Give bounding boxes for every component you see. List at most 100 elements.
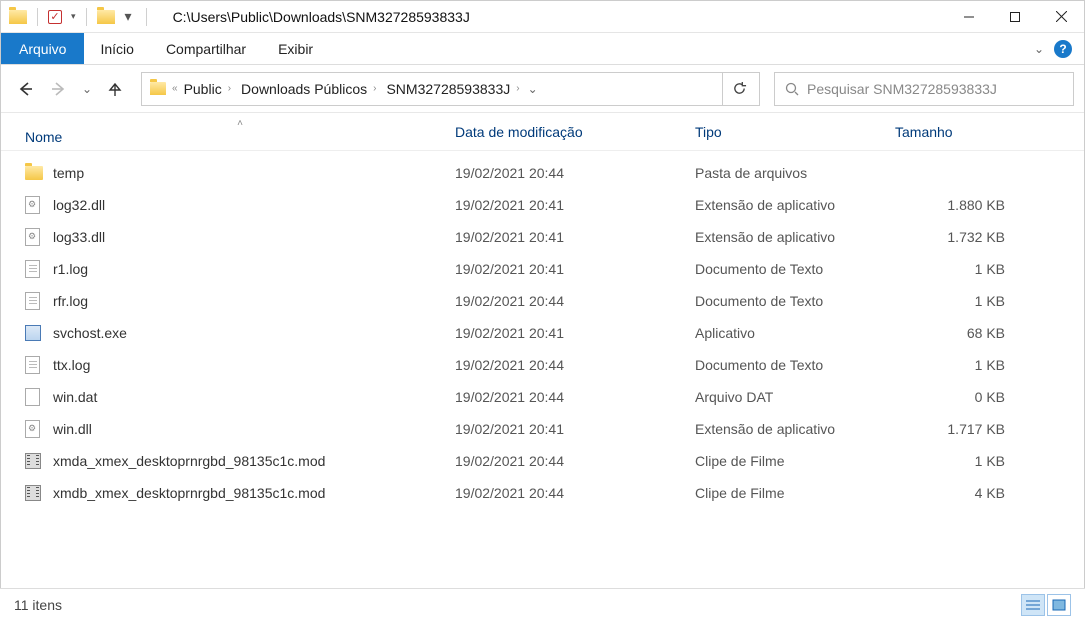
file-date: 19/02/2021 20:44 xyxy=(455,293,695,309)
file-type: Clipe de Filme xyxy=(695,485,895,501)
window-folder-icon xyxy=(9,10,27,24)
file-row[interactable]: log32.dll19/02/2021 20:41Extensão de apl… xyxy=(1,189,1084,221)
qat-dropdown-icon[interactable]: ▾ xyxy=(71,11,76,22)
file-row[interactable]: svchost.exe19/02/2021 20:41Aplicativo68 … xyxy=(1,317,1084,349)
file-name: xmdb_xmex_desktoprnrgbd_98135c1c.mod xyxy=(53,485,455,501)
nav-forward-button[interactable] xyxy=(45,75,73,103)
qat-overflow[interactable]: ▾ xyxy=(121,8,136,25)
address-dropdown-icon[interactable]: ⌄ xyxy=(528,82,538,96)
file-name: svchost.exe xyxy=(53,325,455,341)
file-date: 19/02/2021 20:44 xyxy=(455,453,695,469)
file-row[interactable]: xmda_xmex_desktoprnrgbd_98135c1c.mod19/0… xyxy=(1,445,1084,477)
file-date: 19/02/2021 20:44 xyxy=(455,357,695,373)
view-details-button[interactable] xyxy=(1021,594,1045,616)
nav-back-button[interactable] xyxy=(11,75,39,103)
file-name: r1.log xyxy=(53,261,455,277)
mov-icon xyxy=(25,453,53,469)
file-row[interactable]: r1.log19/02/2021 20:41Documento de Texto… xyxy=(1,253,1084,285)
status-bar: 11 itens xyxy=(0,588,1085,620)
address-folder-icon xyxy=(150,82,166,95)
file-size: 4 KB xyxy=(895,485,1005,501)
dll-icon xyxy=(25,420,53,438)
file-name: rfr.log xyxy=(53,293,455,309)
search-placeholder: Pesquisar SNM32728593833J xyxy=(807,81,997,97)
file-type: Documento de Texto xyxy=(695,357,895,373)
minimize-button[interactable] xyxy=(946,1,992,33)
file-date: 19/02/2021 20:41 xyxy=(455,325,695,341)
file-date: 19/02/2021 20:41 xyxy=(455,421,695,437)
exe-icon xyxy=(25,325,53,341)
file-name: log33.dll xyxy=(53,229,455,245)
breadcrumb-item[interactable]: Public› xyxy=(180,81,235,97)
ribbon-collapse-icon[interactable]: ⌄ xyxy=(1034,42,1044,56)
nav-bar: ⌄ « Public› Downloads Públicos› SNM32728… xyxy=(1,65,1084,113)
file-date: 19/02/2021 20:44 xyxy=(455,165,695,181)
chevron-right-icon: › xyxy=(373,83,376,94)
col-header-size[interactable]: Tamanho xyxy=(895,124,1015,140)
file-type: Pasta de arquivos xyxy=(695,165,895,181)
file-size: 0 KB xyxy=(895,389,1005,405)
refresh-button[interactable] xyxy=(722,72,756,106)
column-headers: ˄ Nome Data de modificação Tipo Tamanho xyxy=(1,113,1084,151)
file-type: Arquivo DAT xyxy=(695,389,895,405)
tab-home[interactable]: Início xyxy=(84,33,149,64)
file-type: Aplicativo xyxy=(695,325,895,341)
chevron-right-icon: › xyxy=(228,83,231,94)
view-thumbnails-button[interactable] xyxy=(1047,594,1071,616)
tab-file[interactable]: Arquivo xyxy=(1,33,84,64)
file-row[interactable]: xmdb_xmex_desktoprnrgbd_98135c1c.mod19/0… xyxy=(1,477,1084,509)
qat-open-folder-icon[interactable] xyxy=(97,10,115,24)
tab-view[interactable]: Exibir xyxy=(262,33,329,64)
file-row[interactable]: rfr.log19/02/2021 20:44Documento de Text… xyxy=(1,285,1084,317)
file-row[interactable]: win.dll19/02/2021 20:41Extensão de aplic… xyxy=(1,413,1084,445)
file-type: Clipe de Filme xyxy=(695,453,895,469)
window-title: C:\Users\Public\Downloads\SNM32728593833… xyxy=(173,9,470,25)
breadcrumb-overflow[interactable]: « xyxy=(172,83,178,94)
nav-recent-dropdown[interactable]: ⌄ xyxy=(79,75,95,103)
file-list: temp19/02/2021 20:44Pasta de arquivoslog… xyxy=(1,151,1084,509)
file-size: 68 KB xyxy=(895,325,1005,341)
qat-separator xyxy=(146,8,147,26)
close-button[interactable] xyxy=(1038,1,1084,33)
file-row[interactable]: log33.dll19/02/2021 20:41Extensão de apl… xyxy=(1,221,1084,253)
file-date: 19/02/2021 20:41 xyxy=(455,229,695,245)
address-bar[interactable]: « Public› Downloads Públicos› SNM3272859… xyxy=(141,72,760,106)
tab-share[interactable]: Compartilhar xyxy=(150,33,262,64)
doc-icon xyxy=(25,388,53,406)
qat-separator xyxy=(86,8,87,26)
item-count: 11 itens xyxy=(14,597,62,613)
col-header-name[interactable]: ˄ Nome xyxy=(25,118,455,145)
search-input[interactable]: Pesquisar SNM32728593833J xyxy=(774,72,1074,106)
breadcrumb-item[interactable]: SNM32728593833J› xyxy=(382,81,523,97)
file-size: 1.732 KB xyxy=(895,229,1005,245)
file-name: xmda_xmex_desktoprnrgbd_98135c1c.mod xyxy=(53,453,455,469)
file-name: log32.dll xyxy=(53,197,455,213)
file-size: 1 KB xyxy=(895,357,1005,373)
file-row[interactable]: ttx.log19/02/2021 20:44Documento de Text… xyxy=(1,349,1084,381)
file-size: 1 KB xyxy=(895,293,1005,309)
chevron-right-icon: › xyxy=(516,83,519,94)
file-size: 1.717 KB xyxy=(895,421,1005,437)
file-type: Extensão de aplicativo xyxy=(695,421,895,437)
file-row[interactable]: temp19/02/2021 20:44Pasta de arquivos xyxy=(1,157,1084,189)
file-row[interactable]: win.dat19/02/2021 20:44Arquivo DAT0 KB xyxy=(1,381,1084,413)
file-date: 19/02/2021 20:44 xyxy=(455,485,695,501)
file-name: win.dat xyxy=(53,389,455,405)
file-type: Documento de Texto xyxy=(695,293,895,309)
breadcrumb-item[interactable]: Downloads Públicos› xyxy=(237,81,380,97)
col-header-date[interactable]: Data de modificação xyxy=(455,124,695,140)
file-type: Documento de Texto xyxy=(695,261,895,277)
file-size: 1.880 KB xyxy=(895,197,1005,213)
dll-icon xyxy=(25,196,53,214)
file-date: 19/02/2021 20:41 xyxy=(455,197,695,213)
file-name: temp xyxy=(53,165,455,181)
nav-up-button[interactable] xyxy=(101,75,129,103)
dll-icon xyxy=(25,228,53,246)
txt-icon xyxy=(25,260,53,278)
mov-icon xyxy=(25,485,53,501)
folder-icon xyxy=(25,166,53,180)
col-header-type[interactable]: Tipo xyxy=(695,124,895,140)
help-icon[interactable]: ? xyxy=(1054,40,1072,58)
maximize-button[interactable] xyxy=(992,1,1038,33)
qat-properties-icon[interactable]: ✓ xyxy=(48,10,62,24)
